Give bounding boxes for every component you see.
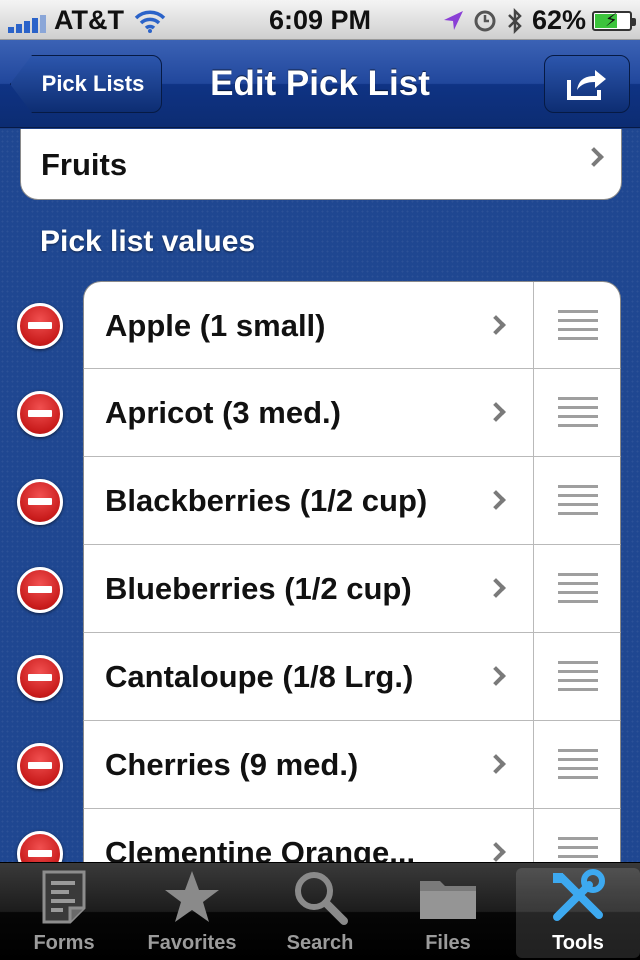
list-item: Blackberries (1/2 cup) <box>0 457 640 545</box>
chevron-right-icon <box>486 490 506 510</box>
delete-minus-icon[interactable] <box>17 655 63 701</box>
list-item: Apricot (3 med.) <box>0 369 640 457</box>
status-bar: AT&T 6:09 PM 62% ⚡ <box>0 0 640 40</box>
tools-icon <box>553 869 605 921</box>
reorder-handle-icon[interactable] <box>533 809 621 862</box>
chevron-right-icon <box>486 315 506 335</box>
tab-tools-label: Tools <box>552 932 604 954</box>
tab-files-label: Files <box>425 932 471 954</box>
list-item-cell[interactable]: Clementine Orange... <box>83 809 621 862</box>
chevron-right-icon <box>486 666 506 686</box>
reorder-handle-icon[interactable] <box>533 282 621 370</box>
tab-favorites[interactable]: Favorites <box>130 868 254 958</box>
bluetooth-icon <box>508 7 522 34</box>
tab-search[interactable]: Search <box>258 868 382 958</box>
list-item: Clementine Orange... <box>0 809 640 862</box>
list-item-label: Apple (1 small) <box>105 308 326 343</box>
tab-tools[interactable]: Tools <box>516 868 640 958</box>
tab-forms-label: Forms <box>33 932 95 954</box>
share-button[interactable] <box>544 55 630 113</box>
chevron-right-icon <box>486 754 506 774</box>
list-item-label: Apricot (3 med.) <box>105 395 341 430</box>
folder-icon <box>420 881 476 919</box>
list-item: Cantaloupe (1/8 Lrg.) <box>0 633 640 721</box>
chevron-right-icon <box>486 842 506 862</box>
list-item-label: Blueberries (1/2 cup) <box>105 571 412 606</box>
reorder-handle-icon[interactable] <box>533 457 621 545</box>
delete-minus-icon[interactable] <box>17 303 63 349</box>
tab-search-label: Search <box>286 932 354 954</box>
reorder-handle-icon[interactable] <box>533 633 621 721</box>
list-item-cell[interactable]: Apple (1 small) <box>83 281 621 370</box>
delete-minus-icon[interactable] <box>17 743 63 789</box>
form-icon <box>42 870 86 924</box>
chevron-right-icon <box>584 147 604 167</box>
delete-minus-icon[interactable] <box>17 831 63 862</box>
tab-bar: Forms Favorites Search Files Tools <box>0 862 640 960</box>
list-item: Blueberries (1/2 cup) <box>0 545 640 633</box>
list-item: Cherries (9 med.) <box>0 721 640 809</box>
list-item-cell[interactable]: Blackberries (1/2 cup) <box>83 457 621 545</box>
status-right: 62% ⚡ <box>442 5 636 36</box>
battery-percent: 62% <box>531 5 586 35</box>
delete-minus-icon[interactable] <box>17 567 63 613</box>
reorder-handle-icon[interactable] <box>533 545 621 633</box>
list-item-label: Clementine Orange... <box>105 835 416 862</box>
reorder-handle-icon[interactable] <box>533 721 621 809</box>
list-item-cell[interactable]: Cherries (9 med.) <box>83 721 621 809</box>
section-header: Pick list values <box>40 225 256 258</box>
pick-list-name-cell[interactable]: Fruits <box>20 129 622 200</box>
tab-files[interactable]: Files <box>386 868 510 958</box>
chevron-right-icon <box>486 578 506 598</box>
tab-forms[interactable]: Forms <box>2 868 126 958</box>
location-arrow-icon <box>443 10 463 30</box>
content-area[interactable]: Fruits Pick list values Apple (1 small) A… <box>0 129 640 862</box>
list-item-label: Cantaloupe (1/8 Lrg.) <box>105 659 414 694</box>
navigation-bar: Pick Lists Edit Pick List <box>0 40 640 128</box>
list-item: Apple (1 small) <box>0 281 640 370</box>
list-item-label: Blackberries (1/2 cup) <box>105 483 428 518</box>
delete-minus-icon[interactable] <box>17 391 63 437</box>
share-icon <box>567 70 606 100</box>
list-item-label: Cherries (9 med.) <box>105 747 359 782</box>
chevron-right-icon <box>486 402 506 422</box>
star-icon <box>165 871 219 922</box>
list-item-cell[interactable]: Cantaloupe (1/8 Lrg.) <box>83 633 621 721</box>
reorder-handle-icon[interactable] <box>533 369 621 457</box>
delete-minus-icon[interactable] <box>17 479 63 525</box>
tab-favorites-label: Favorites <box>147 932 237 954</box>
list-item-cell[interactable]: Apricot (3 med.) <box>83 369 621 457</box>
pick-list-name: Fruits <box>41 146 128 182</box>
battery-icon: ⚡ <box>592 10 636 31</box>
magnifier-icon <box>295 872 348 925</box>
alarm-clock-icon <box>474 10 496 31</box>
list-item-cell[interactable]: Blueberries (1/2 cup) <box>83 545 621 633</box>
